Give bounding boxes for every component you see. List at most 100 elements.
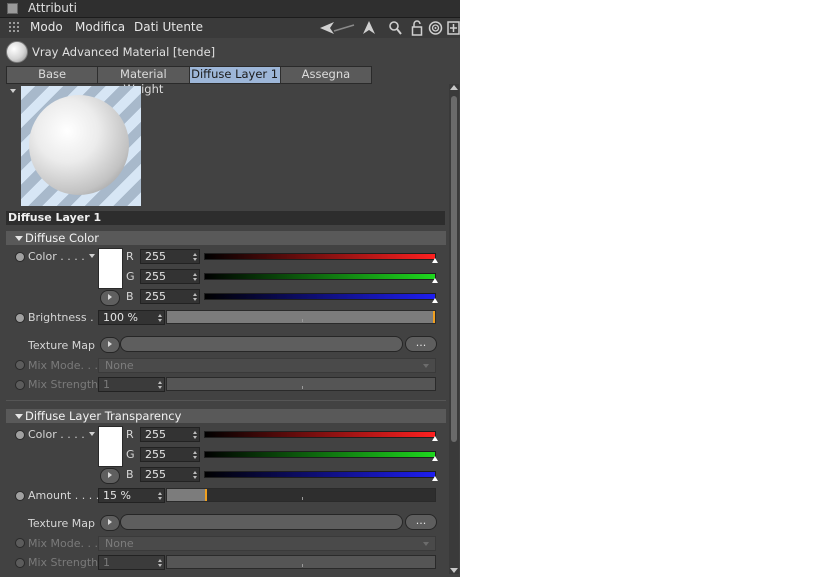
diffuse-color-swatch[interactable] [98, 248, 123, 289]
b-slider[interactable] [204, 293, 438, 303]
up-arrow-icon[interactable] [362, 19, 376, 37]
g-field[interactable]: 255 [140, 269, 200, 284]
target-icon[interactable] [428, 19, 443, 37]
group-divider [6, 400, 446, 401]
b-slider-knob[interactable] [432, 298, 438, 303]
menu-modo[interactable]: Modo [30, 20, 63, 34]
lock-icon[interactable] [411, 19, 423, 37]
transparency-g-spinner-icon[interactable] [193, 451, 197, 459]
brightness-spinner-icon[interactable] [158, 314, 162, 322]
mix-strength-slider-tick [302, 386, 303, 389]
amount-slider-marker[interactable] [205, 489, 207, 501]
transparency-color-swatch[interactable] [98, 426, 123, 467]
brightness-field[interactable]: 100 % [98, 310, 165, 325]
amount-value: 15 % [103, 489, 131, 502]
menu-modifica[interactable]: Modifica [75, 20, 125, 34]
material-title: Vray Advanced Material [tende] [32, 45, 216, 59]
search-icon[interactable] [388, 19, 402, 37]
transparency-b-slider-knob[interactable] [432, 476, 438, 481]
transparency-texture-play-button[interactable] [100, 515, 120, 531]
texture-map-field[interactable] [120, 336, 403, 352]
transparency-texture-field[interactable] [120, 514, 403, 530]
vertical-scrollbar[interactable] [449, 84, 459, 574]
section-title: Diffuse Layer 1 [6, 211, 445, 225]
tab-material-weight[interactable]: Material Weight [98, 67, 190, 96]
transparency-mix-strength-slider [166, 555, 436, 569]
group-diffuse-color[interactable]: Diffuse Color [6, 231, 446, 245]
group-diffuse-color-title: Diffuse Color [25, 231, 100, 245]
transparency-color-animate-radio[interactable] [15, 430, 25, 440]
transparency-g-field[interactable]: 255 [140, 447, 200, 462]
brightness-slider-tick [302, 319, 303, 322]
brightness-slider[interactable] [166, 310, 436, 324]
transparency-b-spinner-icon[interactable] [193, 471, 197, 479]
scroll-down-icon[interactable] [450, 568, 458, 573]
b-spinner-icon[interactable] [193, 293, 197, 301]
preview-menu-arrow-icon[interactable] [10, 89, 16, 93]
r-slider-knob[interactable] [432, 258, 438, 263]
transparency-texture-browse-button[interactable]: ... [405, 514, 437, 530]
transparency-color-options-arrow-icon[interactable] [89, 432, 95, 436]
transparency-mix-strength-field: 1 [98, 555, 165, 570]
amount-spinner-icon[interactable] [158, 492, 162, 500]
g-slider[interactable] [204, 273, 438, 283]
transparency-r-slider[interactable] [204, 431, 438, 441]
brightness-label: Brightness . . [28, 311, 101, 324]
transparency-r-slider-knob[interactable] [432, 436, 438, 441]
r-field[interactable]: 255 [140, 249, 200, 264]
g-value: 255 [145, 270, 166, 283]
back-arrow-icon[interactable] [318, 19, 356, 37]
transparency-mix-strength-slider-tick [302, 564, 303, 567]
transparency-mix-strength-spinner-icon [158, 559, 162, 567]
amount-field[interactable]: 15 % [98, 488, 165, 503]
color-mode-button[interactable] [100, 290, 120, 306]
amount-animate-radio[interactable] [15, 491, 25, 501]
transparency-mix-mode-value: None [105, 537, 134, 550]
transparency-g-slider-knob[interactable] [432, 456, 438, 461]
mix-strength-label: Mix Strength [28, 378, 99, 391]
group-transparency-title: Diffuse Layer Transparency [25, 409, 182, 423]
transparency-r-field[interactable]: 255 [140, 427, 200, 442]
scrollbar-thumb[interactable] [451, 96, 457, 442]
color-animate-radio[interactable] [15, 252, 25, 262]
amount-slider-tick [302, 497, 303, 500]
transparency-r-spinner-icon[interactable] [193, 431, 197, 439]
transparency-b-label: B [126, 468, 134, 481]
brightness-value: 100 % [103, 311, 138, 324]
r-spinner-icon[interactable] [193, 253, 197, 261]
b-field[interactable]: 255 [140, 289, 200, 304]
brightness-slider-marker[interactable] [433, 311, 435, 323]
mix-mode-value: None [105, 359, 134, 372]
transparency-r-value: 255 [145, 428, 166, 441]
amount-slider-fill [167, 489, 207, 501]
transparency-mix-mode-arrow-icon [423, 542, 429, 546]
mix-strength-radio [15, 380, 25, 390]
transparency-b-slider[interactable] [204, 471, 438, 481]
g-label: G [126, 270, 135, 283]
color-options-arrow-icon[interactable] [89, 254, 95, 258]
transparency-color-mode-button[interactable] [100, 468, 120, 484]
transparency-mix-mode-select: None [98, 536, 436, 551]
tab-diffuse-layer-1[interactable]: Diffuse Layer 1 [189, 67, 281, 83]
amount-slider[interactable] [166, 488, 436, 502]
tab-assegna[interactable]: Assegna [280, 67, 371, 83]
group-diffuse-layer-transparency[interactable]: Diffuse Layer Transparency [6, 409, 446, 423]
grip-icon[interactable] [9, 22, 21, 34]
window-icon [7, 3, 18, 14]
tab-base[interactable]: Base [7, 67, 99, 83]
transparency-g-slider[interactable] [204, 451, 438, 461]
texture-map-play-button[interactable] [100, 337, 120, 353]
g-slider-knob[interactable] [432, 278, 438, 283]
menu-dati-utente[interactable]: Dati Utente [134, 20, 203, 34]
brightness-animate-radio[interactable] [15, 313, 25, 323]
g-spinner-icon[interactable] [193, 273, 197, 281]
new-panel-icon[interactable] [447, 19, 460, 37]
b-value: 255 [145, 290, 166, 303]
r-slider[interactable] [204, 253, 438, 263]
mix-mode-arrow-icon [423, 364, 429, 368]
texture-map-browse-button[interactable]: ... [405, 336, 437, 352]
transparency-mix-strength-radio [15, 558, 25, 568]
transparency-b-field[interactable]: 255 [140, 467, 200, 482]
preview-sphere [29, 95, 129, 195]
scroll-up-icon[interactable] [450, 85, 458, 90]
